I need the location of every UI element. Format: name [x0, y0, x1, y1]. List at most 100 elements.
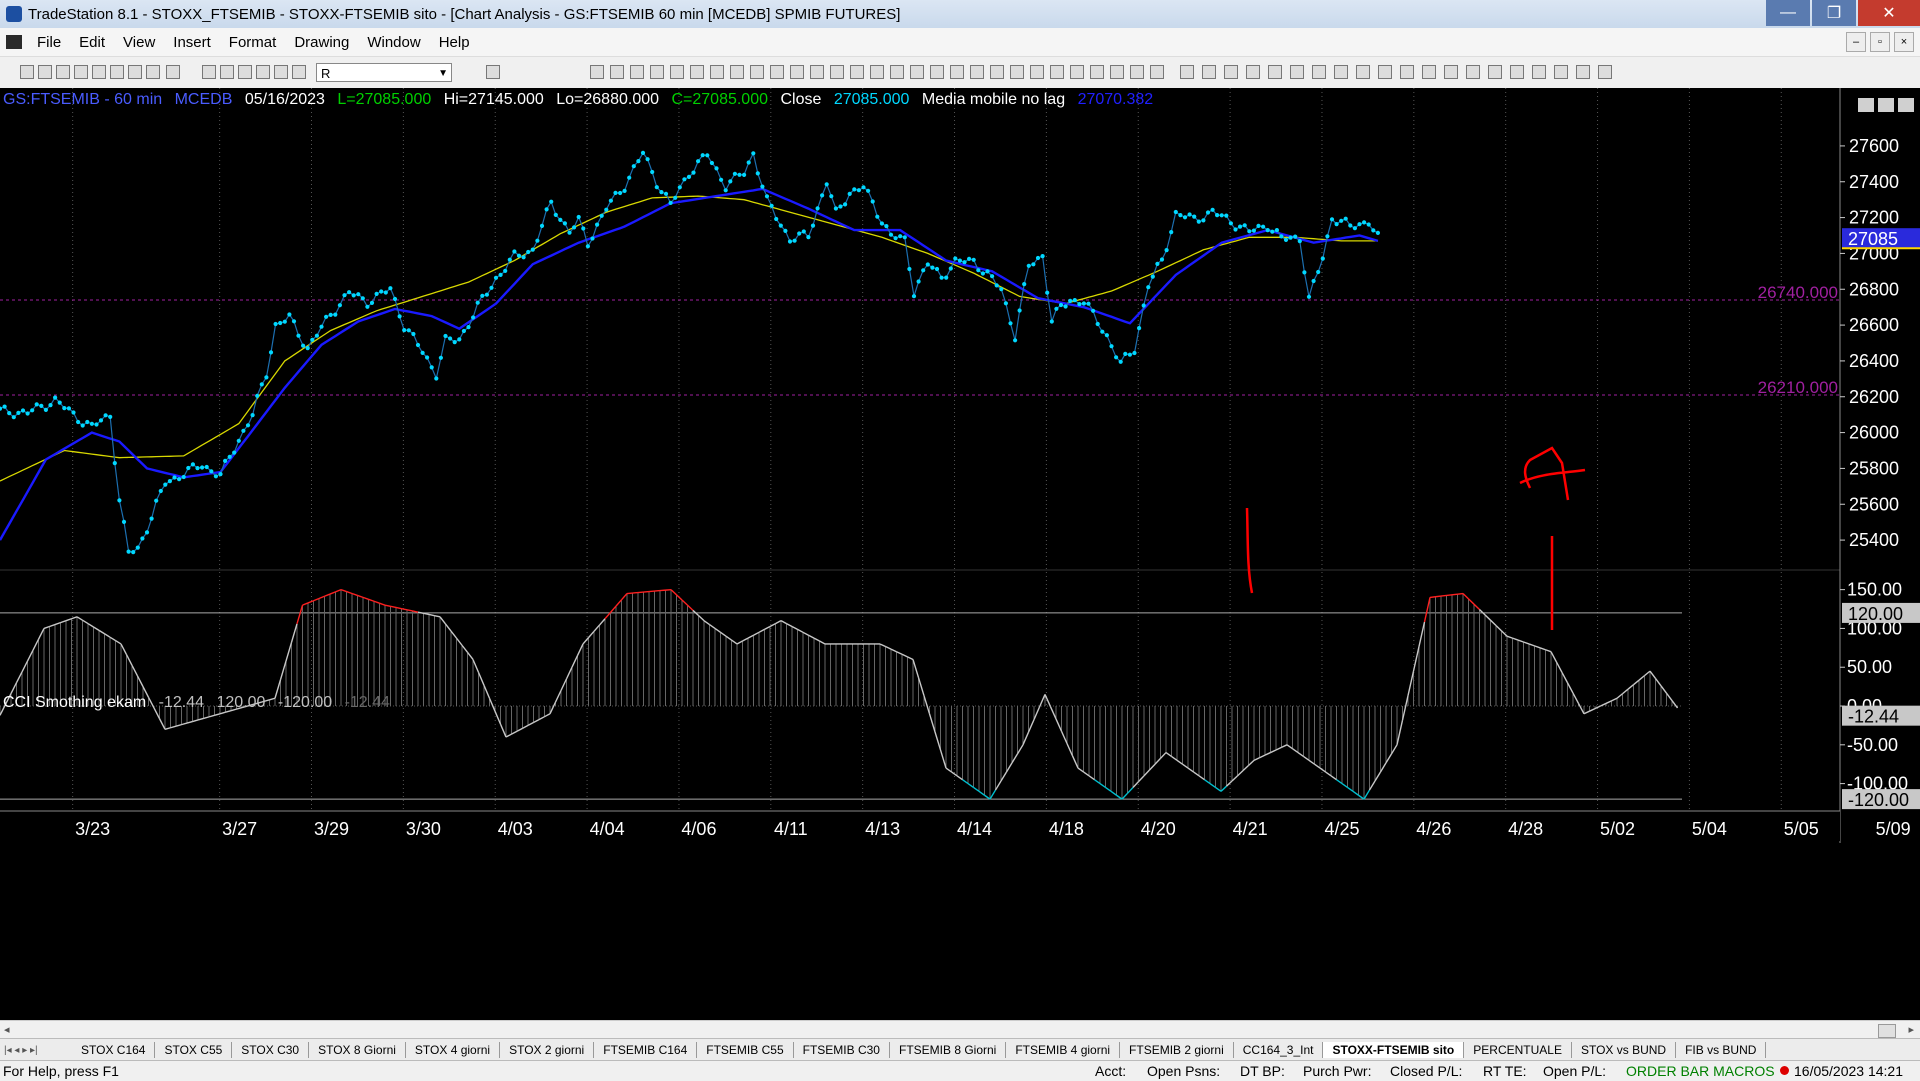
- toolbar-tool-icon[interactable]: [630, 65, 644, 79]
- menu-help[interactable]: Help: [430, 34, 479, 51]
- tab-fib-vs-bund[interactable]: FIB vs BUND: [1676, 1042, 1766, 1058]
- toolbar-tool-icon[interactable]: [74, 65, 88, 79]
- mdi-restore-button[interactable]: ▫: [1870, 32, 1890, 52]
- tab-navigation[interactable]: |◂ ◂ ▸ ▸|: [0, 1045, 72, 1056]
- menu-window[interactable]: Window: [358, 34, 429, 51]
- toolbar-tool-icon[interactable]: [830, 65, 844, 79]
- toolbar-tool-icon[interactable]: [202, 65, 216, 79]
- toolbar-tool-icon[interactable]: [710, 65, 724, 79]
- toolbar-tool-icon[interactable]: [1312, 65, 1326, 79]
- toolbar-tool-icon[interactable]: [486, 65, 500, 79]
- toolbar-tool-icon[interactable]: [1202, 65, 1216, 79]
- toolbar-tool-icon[interactable]: [1400, 65, 1414, 79]
- chart-area[interactable]: 26740.00026210.000 276002740027200270002…: [0, 88, 1920, 1020]
- toolbar-tool-icon[interactable]: [20, 65, 34, 79]
- toolbar-tool-icon[interactable]: [650, 65, 664, 79]
- toolbar-tool-icon[interactable]: [146, 65, 160, 79]
- toolbar-tool-icon[interactable]: [128, 65, 142, 79]
- toolbar-tool-icon[interactable]: [1180, 65, 1194, 79]
- toolbar-tool-icon[interactable]: [1010, 65, 1024, 79]
- toolbar-tool-icon[interactable]: [1070, 65, 1084, 79]
- scroll-left-icon[interactable]: ◂: [4, 1023, 10, 1036]
- tab-percentuale[interactable]: PERCENTUALE: [1464, 1042, 1572, 1058]
- tab-ftsemib-4-giorni[interactable]: FTSEMIB 4 giorni: [1006, 1042, 1120, 1058]
- toolbar-tool-icon[interactable]: [1050, 65, 1064, 79]
- tab-stox-c164[interactable]: STOX C164: [72, 1042, 155, 1058]
- toolbar-tool-icon[interactable]: [238, 65, 252, 79]
- menu-drawing[interactable]: Drawing: [285, 34, 358, 51]
- pane-minimize-button[interactable]: [1858, 98, 1874, 112]
- symbol-combo[interactable]: R ▼: [316, 63, 452, 82]
- toolbar-tool-icon[interactable]: [870, 65, 884, 79]
- toolbar-tool-icon[interactable]: [970, 65, 984, 79]
- toolbar-tool-icon[interactable]: [1532, 65, 1546, 79]
- pane-restore-button[interactable]: [1878, 98, 1894, 112]
- toolbar-tool-icon[interactable]: [166, 65, 180, 79]
- toolbar-tool-icon[interactable]: [1488, 65, 1502, 79]
- toolbar-tool-icon[interactable]: [690, 65, 704, 79]
- tab-ftsemib-c55[interactable]: FTSEMIB C55: [697, 1042, 793, 1058]
- toolbar-tool-icon[interactable]: [810, 65, 824, 79]
- toolbar-tool-icon[interactable]: [770, 65, 784, 79]
- status-macros[interactable]: ORDER BAR MACROS: [1626, 1063, 1775, 1079]
- mdi-close-button[interactable]: ×: [1894, 32, 1914, 52]
- tab-ftsemib-c30[interactable]: FTSEMIB C30: [794, 1042, 890, 1058]
- toolbar-tool-icon[interactable]: [1110, 65, 1124, 79]
- price-chart[interactable]: 26740.00026210.000 276002740027200270002…: [0, 88, 1920, 1020]
- close-button[interactable]: ✕: [1858, 0, 1920, 26]
- toolbar-tool-icon[interactable]: [1510, 65, 1524, 79]
- toolbar-tool-icon[interactable]: [1268, 65, 1282, 79]
- toolbar-tool-icon[interactable]: [750, 65, 764, 79]
- tab-stox-4-giorni[interactable]: STOX 4 giorni: [406, 1042, 500, 1058]
- tab-stox-2-giorni[interactable]: STOX 2 giorni: [500, 1042, 594, 1058]
- toolbar-tool-icon[interactable]: [1444, 65, 1458, 79]
- maximize-button[interactable]: ❐: [1812, 0, 1856, 26]
- toolbar-tool-icon[interactable]: [910, 65, 924, 79]
- toolbar-tool-icon[interactable]: [38, 65, 52, 79]
- toolbar-tool-icon[interactable]: [1290, 65, 1304, 79]
- tab-stoxx-ftsemib-sito[interactable]: STOXX-FTSEMIB sito: [1323, 1042, 1464, 1058]
- menu-view[interactable]: View: [114, 34, 164, 51]
- tab-ftsemib-c164[interactable]: FTSEMIB C164: [594, 1042, 697, 1058]
- minimize-button[interactable]: —: [1766, 0, 1810, 26]
- mdi-minimize-button[interactable]: –: [1846, 32, 1866, 52]
- chevron-down-icon[interactable]: ▼: [438, 64, 448, 83]
- toolbar-tool-icon[interactable]: [1422, 65, 1436, 79]
- toolbar-tool-icon[interactable]: [1598, 65, 1612, 79]
- tab-stox-c55[interactable]: STOX C55: [155, 1042, 232, 1058]
- tab-stox-8-giorni[interactable]: STOX 8 Giorni: [309, 1042, 406, 1058]
- toolbar-tool-icon[interactable]: [292, 65, 306, 79]
- pane-close-button[interactable]: [1898, 98, 1914, 112]
- horizontal-scrollbar[interactable]: ◂ ▸: [0, 1020, 1920, 1039]
- toolbar-tool-icon[interactable]: [56, 65, 70, 79]
- toolbar-tool-icon[interactable]: [790, 65, 804, 79]
- toolbar-tool-icon[interactable]: [590, 65, 604, 79]
- menu-format[interactable]: Format: [220, 34, 286, 51]
- toolbar-tool-icon[interactable]: [110, 65, 124, 79]
- menu-insert[interactable]: Insert: [164, 34, 220, 51]
- toolbar-tool-icon[interactable]: [610, 65, 624, 79]
- menu-edit[interactable]: Edit: [70, 34, 114, 51]
- tab-stox-vs-bund[interactable]: STOX vs BUND: [1572, 1042, 1676, 1058]
- toolbar-tool-icon[interactable]: [1150, 65, 1164, 79]
- toolbar-tool-icon[interactable]: [1356, 65, 1370, 79]
- toolbar-tool-icon[interactable]: [256, 65, 270, 79]
- toolbar-tool-icon[interactable]: [670, 65, 684, 79]
- scroll-right-icon[interactable]: ▸: [1908, 1023, 1914, 1036]
- toolbar-tool-icon[interactable]: [1246, 65, 1260, 79]
- toolbar-tool-icon[interactable]: [92, 65, 106, 79]
- toolbar-tool-icon[interactable]: [990, 65, 1004, 79]
- tab-ftsemib-2-giorni[interactable]: FTSEMIB 2 giorni: [1120, 1042, 1234, 1058]
- toolbar-tool-icon[interactable]: [1224, 65, 1238, 79]
- toolbar-tool-icon[interactable]: [1030, 65, 1044, 79]
- chart-window-icon[interactable]: [6, 35, 22, 49]
- toolbar-tool-icon[interactable]: [930, 65, 944, 79]
- tab-cc164-3-int[interactable]: CC164_3_Int: [1234, 1042, 1324, 1058]
- tab-stox-c30[interactable]: STOX C30: [232, 1042, 309, 1058]
- toolbar-tool-icon[interactable]: [890, 65, 904, 79]
- toolbar-tool-icon[interactable]: [950, 65, 964, 79]
- scroll-thumb[interactable]: [1878, 1024, 1896, 1038]
- toolbar-tool-icon[interactable]: [1554, 65, 1568, 79]
- toolbar-tool-icon[interactable]: [1130, 65, 1144, 79]
- toolbar-tool-icon[interactable]: [850, 65, 864, 79]
